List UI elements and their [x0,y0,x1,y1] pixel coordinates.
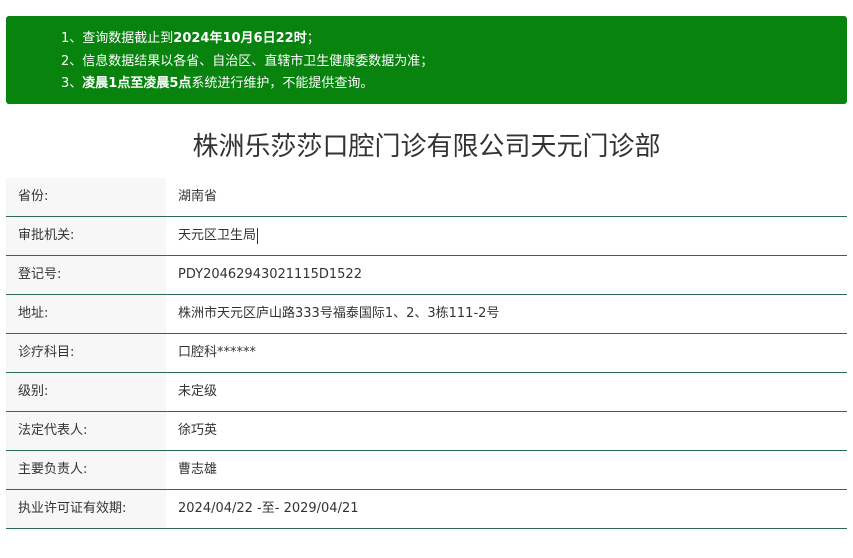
notice-banner: 1、查询数据截止到2024年10月6日22时； 2、信息数据结果以各省、自治区、… [6,16,847,104]
text-cursor [257,227,259,244]
row-value: 株洲市天元区庐山路333号福泰国际1、2、3栋111-2号 [178,306,500,321]
row-value: 天元区卫生局 [178,227,259,244]
row-label: 登记号: [6,256,166,294]
row-label: 诊疗科目: [6,334,166,372]
row-label: 主要负责人: [6,451,166,489]
row-label: 省份: [6,178,166,216]
row-clinical-departments: 诊疗科目: 口腔科****** [6,334,847,373]
row-registration-number: 登记号: PDY20462943021115D1522 [6,256,847,295]
row-license-validity: 执业许可证有效期: 2024/04/22 -至- 2029/04/21 [6,490,847,529]
row-value: 湖南省 [178,189,218,204]
row-value: 曹志雄 [178,462,218,477]
row-province: 省份: 湖南省 [6,178,847,217]
row-label: 级别: [6,373,166,411]
row-principal-person: 主要负责人: 曹志雄 [6,451,847,490]
notice-line-2: 2、信息数据结果以各省、自治区、直辖市卫生健康委数据为准； [61,53,434,69]
row-label: 执业许可证有效期: [6,490,166,528]
row-legal-representative: 法定代表人: 徐巧英 [6,412,847,451]
row-value: 口腔科****** [178,345,257,360]
row-value: 2024/04/22 -至- 2029/04/21 [178,501,359,516]
notice-line-3: 3、凌晨1点至凌晨5点系统进行维护，不能提供查询。 [61,76,374,91]
row-address: 地址: 株洲市天元区庐山路333号福泰国际1、2、3栋111-2号 [6,295,847,334]
row-value: PDY20462943021115D1522 [178,267,362,282]
row-value: 徐巧英 [178,423,218,438]
info-table: 省份: 湖南省 审批机关: 天元区卫生局 登记号: PDY20462943021… [6,178,847,529]
row-label: 地址: [6,295,166,333]
row-approval-authority: 审批机关: 天元区卫生局 [6,217,847,256]
row-level: 级别: 未定级 [6,373,847,412]
row-label: 审批机关: [6,217,166,255]
row-value: 未定级 [178,384,218,399]
notice-line-1: 1、查询数据截止到2024年10月6日22时； [61,31,320,46]
row-label: 法定代表人: [6,412,166,450]
page-title: 株洲乐莎莎口腔门诊有限公司天元门诊部 [192,132,661,162]
